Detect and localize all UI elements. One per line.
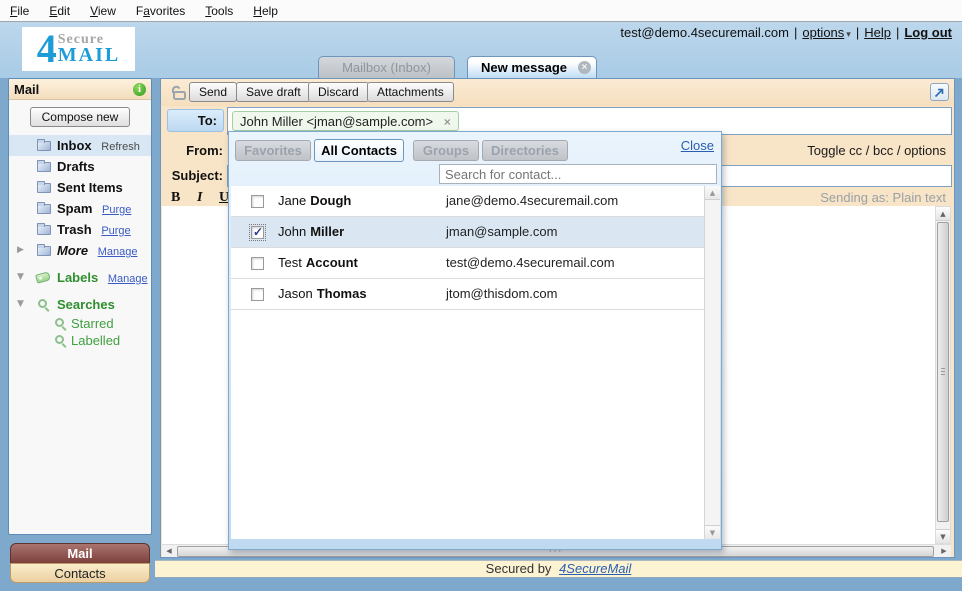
remove-recipient-icon[interactable]: ×	[444, 115, 451, 129]
sidebar-title: Mail	[14, 82, 39, 97]
contact-checkbox[interactable]	[251, 257, 264, 270]
browser-menu-bar: File Edit View Favorites Tools Help	[0, 0, 962, 22]
logout-link[interactable]: Log out	[904, 25, 952, 40]
to-label-button[interactable]: To:	[167, 109, 224, 132]
manage-link[interactable]: Manage	[98, 246, 138, 258]
contact-checkbox[interactable]	[251, 195, 264, 208]
chevron-down-icon[interactable]: ▼	[17, 267, 24, 288]
folder-icon	[37, 225, 51, 235]
contact-row[interactable]: JaneDough jane@demo.4securemail.com	[231, 186, 720, 217]
chevron-right-icon[interactable]: ▶	[17, 240, 24, 261]
contact-search-input[interactable]	[439, 164, 717, 184]
chevron-down-icon[interactable]: ▼	[17, 294, 24, 315]
folder-icon	[37, 162, 51, 172]
sidebar-item-labels[interactable]: ▼ Labels Manage	[9, 267, 151, 288]
menu-view[interactable]: View	[90, 4, 116, 18]
app-logo: 4 Secure MAIL	[22, 27, 135, 71]
scroll-left-icon[interactable]: ◀	[162, 545, 176, 558]
contact-row[interactable]: JasonThomas jtom@thisdom.com	[231, 279, 720, 310]
secured-by-text: Secured by	[486, 561, 552, 576]
sidebar-item-labelled[interactable]: Labelled	[9, 332, 151, 349]
menu-edit[interactable]: Edit	[49, 4, 70, 18]
save-draft-button[interactable]: Save draft	[236, 82, 311, 102]
toggle-cc-bcc-link[interactable]: Toggle cc / bcc / options	[807, 143, 946, 158]
folder-icon	[37, 141, 51, 151]
vertical-scroll-thumb[interactable]	[937, 222, 949, 522]
manage-link[interactable]: Manage	[108, 273, 148, 285]
close-tab-icon[interactable]: ×	[578, 61, 591, 74]
logo-mail: MAIL	[58, 45, 120, 65]
options-link[interactable]: options	[802, 25, 844, 40]
sidebar-item-drafts[interactable]: Drafts	[9, 156, 151, 177]
nav-mail-button[interactable]: Mail	[10, 543, 150, 563]
sending-as-status: Sending as: Plain text	[820, 190, 946, 205]
body-vertical-scrollbar: ▲ ▼	[935, 206, 951, 544]
sidebar-item-trash[interactable]: Trash Purge	[9, 219, 151, 240]
contact-row[interactable]: JohnMiller jman@sample.com	[231, 217, 720, 248]
menu-favorites[interactable]: Favorites	[136, 4, 185, 18]
compose-new-button[interactable]: Compose new	[30, 107, 130, 127]
info-icon[interactable]: i	[133, 83, 146, 96]
recipient-chip: John Miller <jman@sample.com> ×	[232, 111, 459, 131]
scroll-right-icon[interactable]: ▶	[937, 545, 951, 558]
sidebar-item-inbox[interactable]: Inbox Refresh	[9, 135, 151, 156]
folder-icon	[37, 183, 51, 193]
sidebar-item-starred[interactable]: Starred	[9, 315, 151, 332]
help-link[interactable]: Help	[864, 25, 891, 40]
tab-mailbox-inbox[interactable]: Mailbox (Inbox)	[318, 56, 455, 78]
folder-icon	[37, 246, 51, 256]
contact-list: JaneDough jane@demo.4securemail.com John…	[231, 186, 720, 539]
compose-toolbar: Send Save draft Discard Attachments	[161, 79, 954, 106]
picker-vertical-scrollbar: ▲ ▼	[704, 186, 720, 539]
contact-row[interactable]: TestAccount test@demo.4securemail.com	[231, 248, 720, 279]
search-icon	[55, 318, 64, 327]
sidebar-item-spam[interactable]: Spam Purge	[9, 198, 151, 219]
account-email: test@demo.4securemail.com	[620, 25, 789, 40]
nav-contacts-button[interactable]: Contacts	[10, 563, 150, 583]
scroll-up-icon[interactable]: ▲	[705, 186, 720, 200]
popout-icon[interactable]	[930, 83, 949, 101]
scroll-down-icon[interactable]: ▼	[705, 525, 720, 539]
attachments-button[interactable]: Attachments	[367, 82, 454, 102]
unlock-icon[interactable]	[169, 84, 187, 100]
contact-checkbox[interactable]	[251, 288, 264, 301]
purge-link[interactable]: Purge	[102, 204, 131, 216]
search-icon	[55, 335, 64, 344]
subject-label: Subject:	[161, 168, 223, 183]
sidebar-item-searches[interactable]: ▼ Searches	[9, 294, 151, 315]
tag-icon	[35, 271, 51, 283]
contact-picker-overlay: Favorites All Contacts Groups Directorie…	[228, 131, 722, 550]
menu-file[interactable]: File	[10, 4, 29, 18]
app-header: 4 Secure MAIL test@demo.4securemail.com|…	[0, 22, 962, 78]
tab-favorites[interactable]: Favorites	[235, 140, 311, 161]
scroll-down-icon[interactable]: ▼	[936, 529, 950, 543]
brand-link[interactable]: 4SecureMail	[559, 561, 631, 576]
search-icon	[38, 299, 47, 308]
sidebar-item-sent[interactable]: Sent Items	[9, 177, 151, 198]
close-picker-link[interactable]: Close	[681, 138, 714, 153]
bold-button[interactable]: B	[171, 190, 180, 205]
folder-icon	[37, 204, 51, 214]
sidebar-item-more[interactable]: ▶ More Manage	[9, 240, 151, 261]
menu-tools[interactable]: Tools	[205, 4, 233, 18]
menu-help[interactable]: Help	[253, 4, 278, 18]
scroll-up-icon[interactable]: ▲	[936, 207, 950, 221]
tab-directories[interactable]: Directories	[482, 140, 568, 161]
account-bar: test@demo.4securemail.com|options▾|Help|…	[620, 25, 952, 40]
secured-footer: Secured by 4SecureMail	[155, 560, 962, 578]
purge-link[interactable]: Purge	[101, 225, 130, 237]
italic-button[interactable]: I	[197, 190, 202, 205]
contact-checkbox[interactable]	[251, 226, 264, 239]
from-label: From:	[161, 143, 223, 158]
refresh-link[interactable]: Refresh	[101, 141, 140, 153]
tab-all-contacts[interactable]: All Contacts	[314, 139, 404, 162]
mail-sidebar: Mail i Compose new Inbox Refresh Drafts …	[8, 78, 152, 535]
dropdown-arrow-icon: ▾	[846, 29, 851, 39]
app-window: File Edit View Favorites Tools Help 4 Se…	[0, 0, 962, 591]
logo-four: 4	[37, 32, 57, 66]
tab-groups[interactable]: Groups	[413, 140, 479, 161]
discard-button[interactable]: Discard	[308, 82, 369, 102]
tab-new-message[interactable]: New message ×	[467, 56, 597, 78]
send-button[interactable]: Send	[189, 82, 237, 102]
